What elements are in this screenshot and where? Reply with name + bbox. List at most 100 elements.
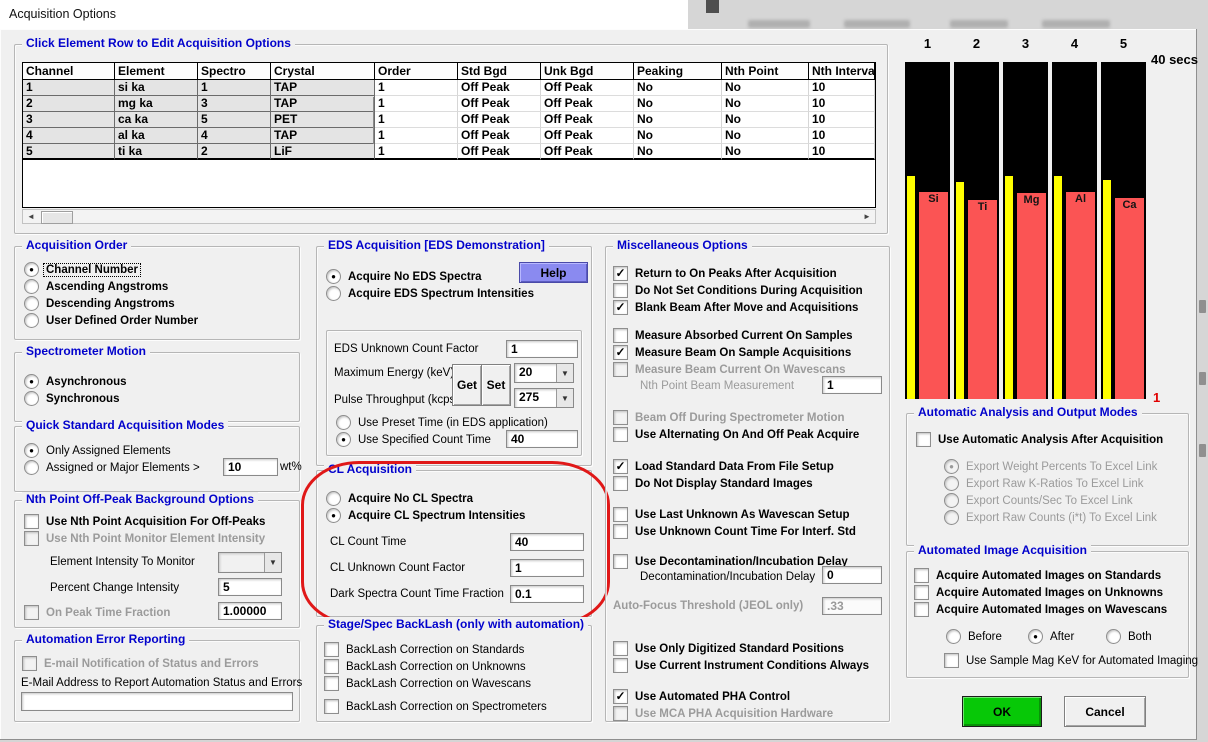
radio-icon[interactable]: ● [24, 262, 39, 277]
radio-no-cl-spectra[interactable]: Acquire No CL Spectra [326, 491, 473, 506]
cell[interactable]: No [634, 96, 722, 112]
cancel-button[interactable]: Cancel [1064, 696, 1146, 727]
radio-both[interactable]: Both [1106, 629, 1152, 644]
cell[interactable]: Off Peak [458, 112, 541, 128]
wt-percent-field[interactable]: 10 [223, 458, 278, 476]
checkbox-icon[interactable] [613, 328, 628, 343]
cell[interactable]: si ka [115, 80, 198, 96]
radio-icon[interactable] [24, 391, 39, 406]
checkbox-backlash-wavescans[interactable]: BackLash Correction on Wavescans [324, 676, 531, 691]
checkbox-images-wavescans[interactable]: Acquire Automated Images on Wavescans [914, 602, 1167, 617]
checkbox-unknown-count-interf[interactable]: Use Unknown Count Time For Interf. Std [613, 524, 856, 539]
radio-icon[interactable]: ● [336, 432, 351, 447]
cell[interactable]: 2 [198, 144, 271, 160]
checkbox-icon[interactable] [324, 659, 339, 674]
radio-icon[interactable] [24, 460, 39, 475]
cell[interactable]: Off Peak [541, 112, 634, 128]
cell[interactable]: 1 [198, 80, 271, 96]
checkbox-icon[interactable] [24, 514, 39, 529]
checkbox-icon[interactable] [944, 653, 959, 668]
checkbox-images-unknowns[interactable]: Acquire Automated Images on Unknowns [914, 585, 1163, 600]
radio-only-assigned[interactable]: ● Only Assigned Elements [24, 443, 171, 458]
cell[interactable]: 1 [375, 80, 458, 96]
checkbox-icon[interactable] [613, 507, 628, 522]
cell[interactable]: Off Peak [458, 144, 541, 160]
checkbox-icon[interactable] [916, 432, 931, 447]
cell[interactable]: 1 [375, 112, 458, 128]
checkbox-icon[interactable]: ✓ [613, 266, 628, 281]
radio-icon[interactable] [336, 415, 351, 430]
radio-descending-angstroms[interactable]: Descending Angstroms [24, 296, 175, 311]
radio-specified-count-time[interactable]: ● Use Specified Count Time [336, 432, 491, 447]
radio-icon[interactable] [326, 491, 341, 506]
checkbox-blank-beam[interactable]: ✓ Blank Beam After Move and Acquisitions [613, 300, 858, 315]
cell[interactable]: 5 [23, 144, 115, 160]
cell[interactable]: al ka [115, 128, 198, 144]
table-row[interactable]: 4 al ka 4 TAP 1 Off Peak Off Peak No No 10 [23, 128, 875, 144]
checkbox-icon[interactable] [324, 699, 339, 714]
cell[interactable]: Off Peak [458, 128, 541, 144]
checkbox-icon[interactable] [613, 427, 628, 442]
checkbox-measure-beam-sample[interactable]: ✓ Measure Beam On Sample Acquisitions [613, 345, 851, 360]
checkbox-icon[interactable] [613, 658, 628, 673]
checkbox-measure-absorbed[interactable]: Measure Absorbed Current On Samples [613, 328, 853, 343]
checkbox-icon[interactable] [613, 641, 628, 656]
radio-ascending-angstroms[interactable]: Ascending Angstroms [24, 279, 168, 294]
checkbox-icon[interactable] [613, 283, 628, 298]
chevron-down-icon[interactable]: ▼ [556, 389, 573, 407]
radio-no-eds-spectra[interactable]: ● Acquire No EDS Spectra [326, 269, 482, 284]
checkbox-beam-off-motion[interactable]: Beam Off During Spectrometer Motion [613, 410, 845, 425]
cell[interactable]: 10 [809, 80, 875, 96]
radio-before[interactable]: Before [946, 629, 1002, 644]
cell[interactable]: 10 [809, 112, 875, 128]
radio-icon[interactable] [24, 279, 39, 294]
radio-channel-number[interactable]: ● Channel Number [24, 262, 142, 277]
table-row[interactable]: 5 ti ka 2 LiF 1 Off Peak Off Peak No No 10 [23, 144, 875, 160]
checkbox-load-standard-data[interactable]: ✓ Load Standard Data From File Setup [613, 459, 834, 474]
radio-preset-time[interactable]: Use Preset Time (in EDS application) [336, 415, 548, 430]
cell[interactable]: ti ka [115, 144, 198, 160]
cell[interactable]: mg ka [115, 96, 198, 112]
checkbox-current-conditions[interactable]: Use Current Instrument Conditions Always [613, 658, 869, 673]
checkbox-icon[interactable] [914, 568, 929, 583]
cl-count-time-field[interactable]: 40 [510, 533, 584, 551]
cell[interactable]: No [722, 112, 809, 128]
percent-change-field[interactable]: 5 [218, 578, 282, 596]
radio-eds-intensities[interactable]: Acquire EDS Spectrum Intensities [326, 286, 534, 301]
checkbox-no-set-conditions[interactable]: Do Not Set Conditions During Acquisition [613, 283, 863, 298]
checkbox-sample-mag-kev[interactable]: Use Sample Mag KeV for Automated Imaging [944, 653, 1198, 668]
checkbox-backlash-unknowns[interactable]: BackLash Correction on Unknowns [324, 659, 526, 674]
checkbox-nth-monitor[interactable]: Use Nth Point Monitor Element Intensity [24, 531, 265, 546]
scroll-left-icon[interactable]: ◄ [24, 211, 38, 222]
cell[interactable]: 4 [23, 128, 115, 144]
cell[interactable]: No [722, 96, 809, 112]
checkbox-icon[interactable] [914, 585, 929, 600]
cell[interactable]: No [634, 128, 722, 144]
radio-icon[interactable]: ● [24, 443, 39, 458]
scrollbar-thumb[interactable] [41, 211, 73, 224]
radio-synchronous[interactable]: Synchronous [24, 391, 119, 406]
checkbox-icon[interactable] [914, 602, 929, 617]
checkbox-icon[interactable] [324, 676, 339, 691]
checkbox-use-nth-point[interactable]: Use Nth Point Acquisition For Off-Peaks [24, 514, 265, 529]
checkbox-icon[interactable]: ✓ [613, 300, 628, 315]
radio-user-defined-order[interactable]: User Defined Order Number [24, 313, 198, 328]
cell[interactable]: Off Peak [541, 96, 634, 112]
nth-beam-field[interactable]: 1 [822, 376, 882, 394]
cell[interactable]: LiF [271, 144, 375, 160]
checkbox-alternating-peaks[interactable]: Use Alternating On And Off Peak Acquire [613, 427, 859, 442]
checkbox-icon[interactable] [613, 524, 628, 539]
email-address-field[interactable] [21, 692, 293, 711]
dark-spectra-field[interactable]: 0.1 [510, 585, 584, 603]
set-button[interactable]: Set [481, 364, 511, 406]
cell[interactable]: 2 [23, 96, 115, 112]
radio-assigned-or-major[interactable]: Assigned or Major Elements > [24, 460, 200, 475]
cell[interactable]: TAP [271, 80, 375, 96]
cell[interactable]: PET [271, 112, 375, 128]
checkbox-decontamination-delay[interactable]: Use Decontamination/Incubation Delay [613, 554, 848, 569]
cell[interactable]: No [722, 128, 809, 144]
checkbox-icon[interactable] [613, 554, 628, 569]
radio-icon[interactable] [1106, 629, 1121, 644]
cell[interactable]: 1 [375, 144, 458, 160]
radio-icon[interactable] [24, 296, 39, 311]
